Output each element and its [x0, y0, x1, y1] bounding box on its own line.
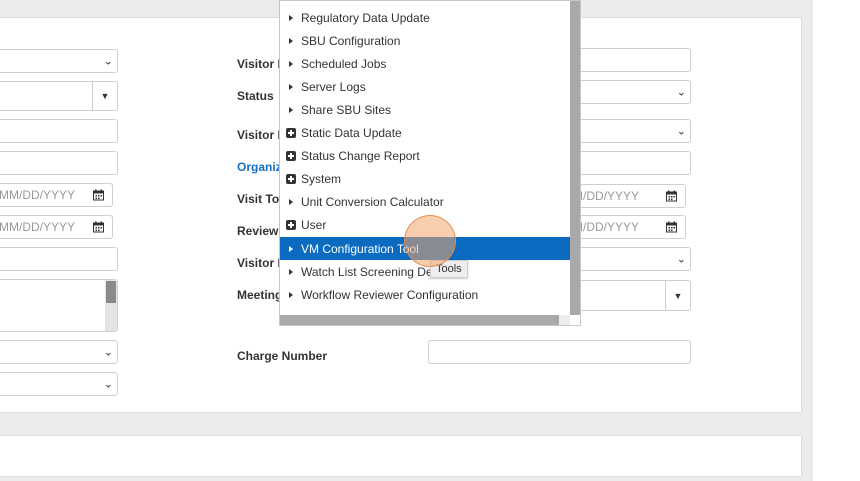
left-date-1[interactable]: MM/DD/YYYY [0, 183, 113, 207]
triangle-right-icon [281, 14, 301, 21]
menu-item-label: Scheduled Jobs [301, 56, 387, 71]
calendar-icon[interactable] [93, 189, 104, 201]
left-textarea[interactable] [0, 279, 118, 332]
menu-item[interactable]: Scheduled Jobs [280, 52, 570, 75]
menu-item[interactable]: System [280, 168, 570, 191]
menu-item-label: Status Change Report [301, 149, 420, 164]
tooltip: Tools [430, 260, 468, 278]
right-page-strip [813, 0, 860, 481]
triangle-right-icon [281, 83, 301, 90]
triangle-right-icon [281, 291, 301, 298]
scrollbar-thumb[interactable] [106, 281, 116, 303]
menu-item[interactable]: Status Change Report [280, 145, 570, 168]
menu-item[interactable]: Share SBU Sites [280, 98, 570, 121]
plus-square-icon [281, 174, 301, 185]
organization-link[interactable]: Organiz [237, 160, 282, 174]
triangle-right-icon [281, 106, 301, 113]
left-select-3[interactable]: ⌄ [0, 372, 118, 396]
menu-item-label: Regulatory Data Update [301, 10, 430, 25]
date-placeholder: MM/DD/YYYY [0, 220, 76, 234]
visitor-label-1: Visitor F [237, 57, 285, 71]
review-label: Review [237, 224, 279, 238]
footer-panel [0, 435, 802, 477]
menu-item-label: Watch List Screening Def [301, 264, 436, 279]
meeting-label: Meeting [237, 288, 283, 302]
calendar-icon[interactable] [93, 221, 104, 233]
left-input-2[interactable] [0, 151, 118, 175]
plus-square-icon [281, 128, 301, 138]
menu-item[interactable]: Unit Conversion Calculator [280, 191, 570, 214]
left-select-2[interactable]: ⌄ [0, 340, 118, 364]
menu-item[interactable]: VM Configuration Tool [280, 237, 570, 260]
plus-square-icon [281, 220, 301, 231]
left-input-3[interactable] [0, 247, 118, 271]
menu-item-label: Share SBU Sites [301, 102, 392, 117]
date-placeholder: MM/DD/YYYY [0, 188, 76, 202]
menu-item[interactable]: Watch List Screening Def [280, 260, 570, 283]
menu-item-label: Unit Conversion Calculator [301, 195, 444, 210]
charge-number-label: Charge Number [237, 349, 328, 363]
menu-item[interactable]: Server Logs [280, 75, 570, 98]
chevron-down-icon: ⌄ [676, 125, 686, 138]
triangle-right-icon [281, 199, 301, 206]
charge-number-input[interactable] [428, 340, 691, 364]
horizontal-scrollbar[interactable] [280, 315, 559, 325]
plus-square-icon [281, 151, 301, 162]
menu-item-label: User [301, 218, 327, 233]
chevron-down-icon: ⌄ [103, 378, 113, 391]
menu-item-label: Static Data Update [301, 126, 402, 140]
menu-item[interactable]: Workflow Reviewer Configuration [280, 283, 570, 306]
caret-down-icon[interactable]: ▼ [92, 82, 117, 110]
visitor-label-2: Visitor F [237, 128, 285, 142]
vertical-scrollbar[interactable] [570, 1, 580, 315]
menu-item[interactable]: User [280, 214, 570, 237]
left-select-1[interactable]: ⌄ [0, 49, 118, 73]
chevron-down-icon: ⌄ [103, 55, 113, 68]
scrollbar-corner [559, 315, 570, 325]
triangle-right-icon [281, 37, 301, 44]
menu-item[interactable]: Regulatory Data Update [280, 6, 570, 29]
triangle-right-icon [281, 268, 301, 275]
chevron-down-icon: ⌄ [676, 86, 686, 99]
menu-item-label: Server Logs [301, 79, 366, 94]
menu-item[interactable]: Static Data Update [280, 122, 570, 145]
left-input-1[interactable] [0, 119, 118, 143]
menu-item-label: Workflow Reviewer Configuration [301, 287, 479, 302]
visit-to-label: Visit To [237, 192, 280, 206]
calendar-icon[interactable] [666, 221, 677, 233]
calendar-icon[interactable] [666, 190, 677, 202]
chevron-down-icon: ⌄ [676, 253, 686, 266]
left-date-2[interactable]: MM/DD/YYYY [0, 215, 113, 239]
triangle-right-icon [281, 245, 301, 252]
menu-item-label: VM Configuration Tool [301, 241, 419, 256]
left-combo-1[interactable]: ▼ [0, 81, 118, 111]
textarea-scrollbar[interactable] [105, 280, 117, 331]
triangle-right-icon [281, 60, 301, 67]
menu-item[interactable]: SBU Configuration [280, 29, 570, 52]
chevron-down-icon: ⌄ [103, 346, 113, 359]
menu-item-label: System [301, 172, 342, 187]
status-label: Status [237, 89, 274, 103]
menu-item-label: SBU Configuration [301, 33, 401, 48]
caret-down-icon[interactable]: ▼ [665, 281, 690, 310]
